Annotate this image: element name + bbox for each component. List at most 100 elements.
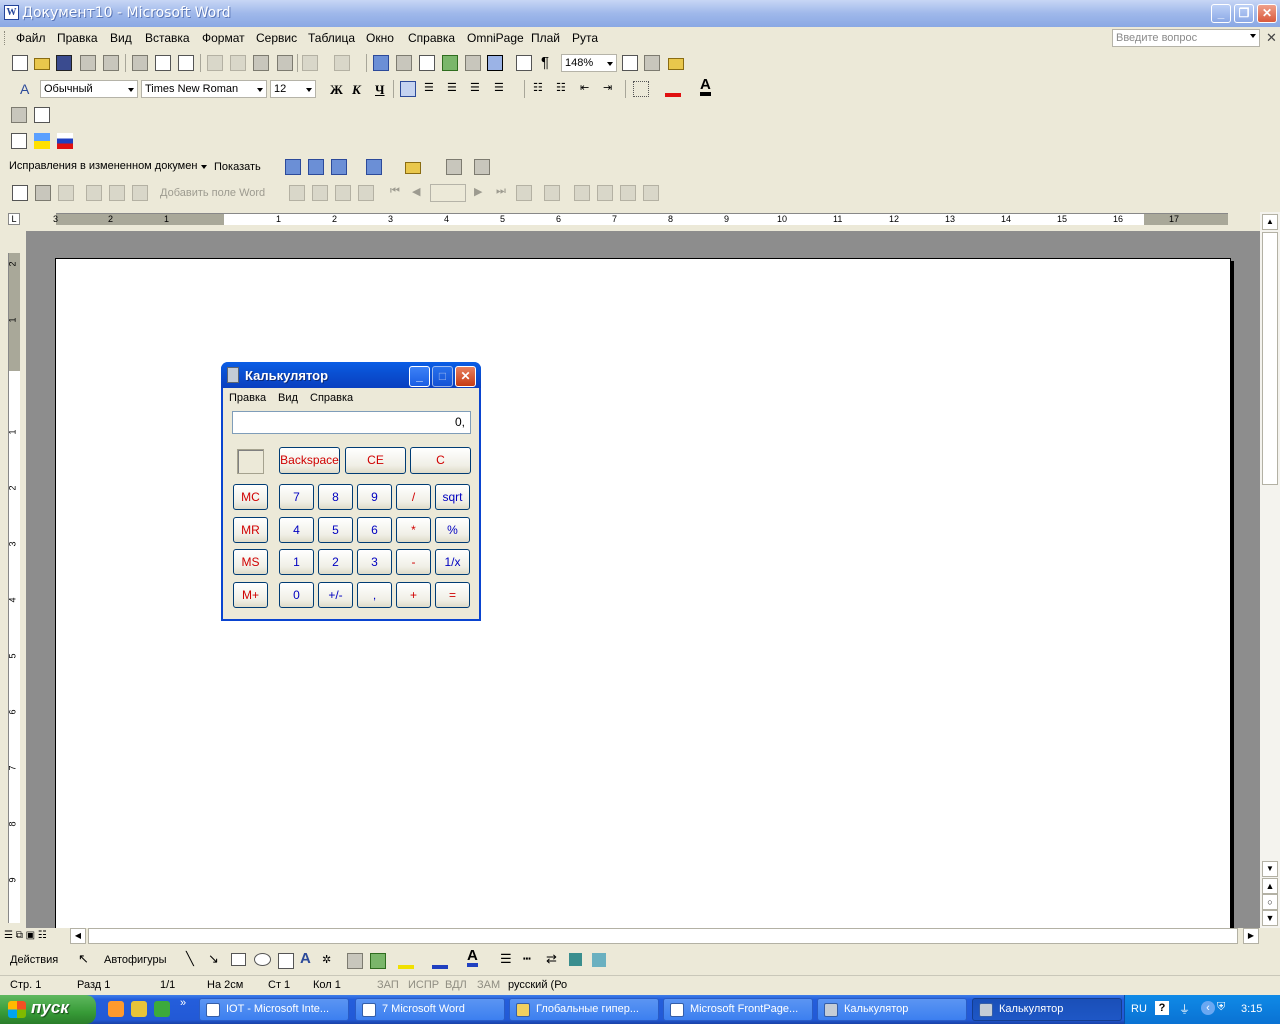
web-page-icon[interactable] <box>34 107 50 123</box>
decrease-indent-icon[interactable]: ⇤ <box>580 81 596 97</box>
main-document-setup-icon[interactable] <box>12 185 28 201</box>
key-2[interactable]: 2 <box>318 549 353 575</box>
quicklaunch-browser-icon[interactable] <box>154 1001 170 1017</box>
undo-icon[interactable] <box>302 55 318 71</box>
menu-tools[interactable]: Сервис <box>256 31 297 45</box>
clock[interactable]: 3:15 <box>1241 1003 1262 1015</box>
view-buttons[interactable]: ☰ ⧉ ▣ ☷ <box>4 930 47 941</box>
menu-table[interactable]: Таблица <box>308 31 355 45</box>
columns-icon[interactable] <box>465 55 481 71</box>
format-painter-icon[interactable] <box>277 55 293 71</box>
merge-new-doc-icon[interactable] <box>574 185 590 201</box>
draw-font-color-icon[interactable]: A <box>467 948 478 967</box>
key-0[interactable]: 0 <box>279 582 314 608</box>
menu-edit[interactable]: Правка <box>57 31 98 45</box>
insert-excel-icon[interactable] <box>442 55 458 71</box>
track-changes-icon[interactable] <box>446 159 462 175</box>
highlight-icon[interactable] <box>665 81 681 97</box>
select-objects-icon[interactable]: ↖ <box>78 951 89 967</box>
key-equals[interactable]: = <box>435 582 470 608</box>
match-fields-icon[interactable] <box>335 185 351 201</box>
align-right-icon[interactable]: ☰ <box>447 81 463 97</box>
ask-question-input[interactable]: Введите вопрос <box>1112 29 1260 47</box>
key-8[interactable]: 8 <box>318 484 353 510</box>
find-entry-icon[interactable] <box>516 185 532 201</box>
task-frontpage[interactable]: Microsoft FrontPage... <box>663 998 813 1021</box>
word-app-icon[interactable]: W <box>4 5 19 20</box>
ruler-track[interactable]: 3 2 1 1 2 3 4 5 6 7 8 9 10 11 12 13 14 1… <box>53 213 1228 225</box>
start-button[interactable]: пуск <box>0 995 96 1024</box>
horizontal-scroll-thumb[interactable] <box>88 928 1238 944</box>
draw-actions-menu[interactable]: Действия <box>10 954 58 966</box>
print-2-icon[interactable] <box>644 55 660 71</box>
print-icon[interactable] <box>132 55 148 71</box>
menubar-grip[interactable] <box>4 31 7 45</box>
font-color-icon[interactable]: A <box>700 77 711 96</box>
status-extend[interactable]: ВДЛ <box>445 979 467 991</box>
tray-help-icon[interactable]: ? <box>1155 1001 1169 1015</box>
reject-change-icon[interactable] <box>366 159 382 175</box>
next-record-icon[interactable]: ▶ <box>474 185 482 198</box>
task-calculator-2[interactable]: Калькулятор <box>972 998 1122 1021</box>
bullets-icon[interactable]: ☷ <box>556 81 572 97</box>
scroll-left-icon[interactable]: ◀ <box>70 928 86 944</box>
show-menu-button[interactable]: Показать <box>214 161 261 173</box>
horizontal-scrollbar[interactable]: ☰ ⧉ ▣ ☷ ◀ ▶ <box>0 928 1260 945</box>
first-record-icon[interactable]: ⏮ <box>390 185 400 198</box>
minimize-button[interactable]: _ <box>1211 4 1231 23</box>
increase-indent-icon[interactable]: ⇥ <box>603 81 619 97</box>
open-data-source-icon[interactable] <box>35 185 51 201</box>
calc-menu-view[interactable]: Вид <box>278 392 298 404</box>
key-9[interactable]: 9 <box>357 484 392 510</box>
text-box-icon[interactable] <box>278 953 294 969</box>
shadow-style-icon[interactable] <box>569 953 582 966</box>
mplus-key[interactable]: M+ <box>233 582 268 608</box>
open-2-icon[interactable] <box>668 58 684 70</box>
menu-file[interactable]: Файл <box>16 31 46 45</box>
line-icon[interactable]: ╲ <box>186 951 194 967</box>
spelling-icon[interactable] <box>178 55 194 71</box>
browse-object-icon[interactable]: ○ <box>1262 894 1278 910</box>
vertical-scroll-thumb[interactable] <box>1262 232 1278 485</box>
word-titlebar[interactable]: W Документ10 - Microsoft Word _ ❐ ✕ <box>0 0 1280 27</box>
insert-table-icon[interactable] <box>419 55 435 71</box>
copy-icon[interactable] <box>230 55 246 71</box>
borders-icon[interactable] <box>633 81 649 97</box>
help-icon[interactable] <box>622 55 638 71</box>
drawing-icon[interactable] <box>487 55 503 71</box>
font-combo[interactable]: Times New Roman <box>141 80 267 98</box>
status-record[interactable]: ЗАП <box>377 979 399 991</box>
reviewing-pane-icon[interactable] <box>474 159 490 175</box>
key-3[interactable]: 3 <box>357 549 392 575</box>
diagram-icon[interactable]: ✲ <box>322 953 338 969</box>
quicklaunch-firefox-icon[interactable] <box>108 1001 124 1017</box>
key-6[interactable]: 6 <box>357 517 392 543</box>
bold-button[interactable]: Ж <box>330 82 343 98</box>
scroll-down-icon[interactable]: ▼ <box>1262 861 1278 877</box>
arrow-style-icon[interactable]: ⇄ <box>546 951 557 967</box>
calc-menu-help[interactable]: Справка <box>310 392 353 404</box>
key-minus[interactable]: - <box>396 549 431 575</box>
align-left-icon[interactable] <box>400 81 416 97</box>
underline-button[interactable]: Ч <box>375 82 385 98</box>
zoom-combo[interactable]: 148% <box>561 54 617 72</box>
calculator-window[interactable]: Калькулятор _ □ ✕ Правка Вид Справка 0, … <box>221 362 481 621</box>
close-button[interactable]: ✕ <box>1257 4 1277 23</box>
calculator-display[interactable]: 0, <box>232 411 471 434</box>
insert-merge-fields-icon[interactable] <box>132 185 148 201</box>
key-7[interactable]: 7 <box>279 484 314 510</box>
task-global-hyper[interactable]: Глобальные гипер... <box>509 998 659 1021</box>
task-calculator-1[interactable]: Калькулятор <box>817 998 967 1021</box>
key-percent[interactable]: % <box>435 517 470 543</box>
menu-help[interactable]: Справка <box>408 31 455 45</box>
previous-page-icon[interactable]: ▲ <box>1262 878 1278 894</box>
last-record-icon[interactable]: ⏭ <box>496 185 506 198</box>
permission-icon[interactable] <box>80 55 96 71</box>
key-decimal[interactable]: , <box>357 582 392 608</box>
record-number-field[interactable] <box>430 184 466 202</box>
status-track-changes[interactable]: ИСПР <box>408 979 439 991</box>
merge-fax-icon[interactable] <box>643 185 659 201</box>
numbering-icon[interactable]: ☷ <box>533 81 549 97</box>
key-plus[interactable]: + <box>396 582 431 608</box>
menu-play[interactable]: Плай <box>531 31 560 45</box>
